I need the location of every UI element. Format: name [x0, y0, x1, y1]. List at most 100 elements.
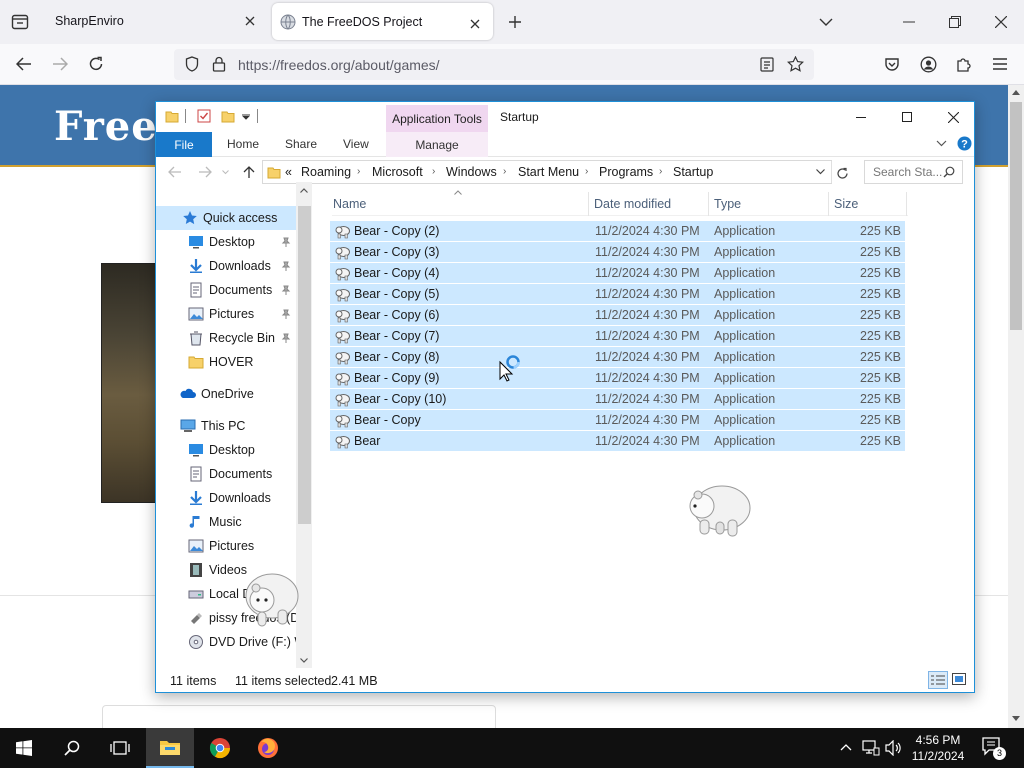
bookmark-star-icon[interactable]	[787, 56, 804, 72]
network-icon[interactable]	[862, 740, 880, 756]
recent-locations-chevron-icon[interactable]	[222, 170, 229, 175]
shield-icon[interactable]	[185, 56, 199, 72]
column-header-name[interactable]: Name	[333, 197, 366, 211]
forward-arrow-icon[interactable]	[198, 166, 212, 178]
tab-share[interactable]: Share	[285, 137, 317, 151]
taskbar-firefox[interactable]	[244, 728, 292, 768]
tab-sharpenviro[interactable]: SharpEnviro	[44, 0, 268, 42]
page-scrollbar[interactable]	[1008, 85, 1024, 728]
nav-this-pc[interactable]: This PC	[156, 414, 296, 438]
minimize-icon[interactable]	[899, 12, 919, 32]
extensions-puzzle-icon[interactable]	[954, 54, 974, 74]
pin-icon[interactable]	[281, 261, 291, 271]
start-button[interactable]	[0, 728, 48, 768]
file-row[interactable]: Bear - Copy 11/2/2024 4:30 PM Application 2…	[330, 410, 905, 431]
chevron-down-icon[interactable]	[816, 12, 836, 32]
nav-pc-music[interactable]: Music	[156, 510, 296, 534]
nav-quick-access[interactable]: Quick access	[156, 206, 296, 230]
breadcrumb-programs[interactable]: Programs	[599, 165, 653, 179]
close-button[interactable]	[930, 102, 976, 132]
nav-qa-desktop[interactable]: Desktop	[156, 230, 296, 254]
nav-qa-recycle-bin[interactable]: Recycle Bin	[156, 326, 296, 350]
reload-icon[interactable]	[86, 54, 106, 74]
nav-pc-pictures[interactable]: Pictures	[156, 534, 296, 558]
breadcrumb-separator-icon[interactable]: ›	[585, 166, 588, 177]
column-resizer[interactable]	[708, 192, 709, 216]
scrollbar-thumb[interactable]	[298, 206, 311, 524]
nav-pc-downloads[interactable]: Downloads	[156, 486, 296, 510]
breadcrumb-separator-icon[interactable]: ›	[357, 166, 360, 177]
taskbar-chrome[interactable]	[196, 728, 244, 768]
properties-check-icon[interactable]	[197, 109, 211, 123]
file-row[interactable]: Bear - Copy (6) 11/2/2024 4:30 PM Applicat…	[330, 305, 905, 326]
tab-home[interactable]: Home	[227, 137, 259, 151]
breadcrumb-separator-icon[interactable]: ›	[659, 166, 662, 177]
pocket-icon[interactable]	[882, 54, 902, 74]
bear-mascot-image[interactable]	[238, 570, 302, 630]
pin-icon[interactable]	[281, 333, 291, 343]
nav-pc-desktop[interactable]: Desktop	[156, 438, 296, 462]
tab-close-icon[interactable]	[242, 13, 258, 29]
pin-icon[interactable]	[281, 285, 291, 295]
scrollbar-thumb[interactable]	[1010, 102, 1022, 330]
breadcrumb-separator-icon[interactable]: ›	[432, 166, 435, 177]
nav-pc-dvd-drive[interactable]: DVD Drive (F:) W	[156, 630, 306, 654]
breadcrumb-windows[interactable]: Windows	[446, 165, 497, 179]
nav-pc-documents[interactable]: Documents	[156, 462, 296, 486]
explorer-title-bar[interactable]: Application Tools Startup	[156, 102, 974, 132]
column-resizer[interactable]	[588, 192, 589, 216]
expand-ribbon-chevron-icon[interactable]	[936, 140, 947, 147]
up-arrow-icon[interactable]	[243, 165, 255, 179]
scroll-up-icon[interactable]	[1012, 89, 1020, 95]
details-view-icon[interactable]	[928, 671, 948, 689]
qat-dropdown-icon[interactable]	[242, 114, 250, 120]
breadcrumb-startup[interactable]: Startup	[673, 165, 713, 179]
new-folder-icon[interactable]	[221, 109, 235, 123]
address-history-chevron-icon[interactable]	[816, 169, 825, 175]
url-bar[interactable]: https://freedos.org/about/games/	[174, 49, 814, 80]
column-resizer[interactable]	[906, 192, 907, 216]
lock-icon[interactable]	[212, 56, 226, 72]
nav-qa-downloads[interactable]: Downloads	[156, 254, 296, 278]
nav-qa-documents[interactable]: Documents	[156, 278, 296, 302]
nav-qa-pictures[interactable]: Pictures	[156, 302, 296, 326]
show-hidden-icons-chevron-icon[interactable]	[840, 743, 852, 751]
system-clock[interactable]: 4:56 PM 11/2/2024	[900, 732, 976, 764]
scroll-up-icon[interactable]	[300, 188, 308, 193]
help-icon[interactable]: ?	[957, 136, 972, 151]
breadcrumb-overflow[interactable]: «	[285, 165, 292, 179]
refresh-icon[interactable]	[836, 167, 849, 180]
tab-list-icon[interactable]	[10, 12, 30, 32]
column-header-size[interactable]: Size	[834, 197, 858, 211]
pin-icon[interactable]	[281, 237, 291, 247]
close-window-icon[interactable]	[991, 12, 1011, 32]
column-resizer[interactable]	[828, 192, 829, 216]
breadcrumb-microsoft[interactable]: Microsoft	[372, 165, 423, 179]
account-icon[interactable]	[918, 54, 938, 74]
file-row[interactable]: Bear - Copy (4) 11/2/2024 4:30 PM Applicat…	[330, 263, 905, 284]
nav-qa-hover[interactable]: HOVER	[156, 350, 296, 374]
address-bar[interactable]: « Roaming › Microsoft › Windows › Start …	[262, 160, 832, 184]
file-row[interactable]: Bear - Copy (10) 11/2/2024 4:30 PM Applica…	[330, 389, 905, 410]
scroll-down-icon[interactable]	[300, 658, 308, 663]
nav-onedrive[interactable]: OneDrive	[156, 382, 296, 406]
maximize-button[interactable]	[884, 102, 930, 132]
breadcrumb-roaming[interactable]: Roaming	[301, 165, 351, 179]
search-button[interactable]	[48, 728, 96, 768]
reader-view-icon[interactable]	[760, 57, 774, 72]
url-text[interactable]: https://freedos.org/about/games/	[238, 57, 440, 73]
tab-freedos[interactable]: The FreeDOS Project	[272, 3, 493, 40]
file-row[interactable]: Bear - Copy (9) 11/2/2024 4:30 PM Applicat…	[330, 368, 905, 389]
forward-arrow-icon[interactable]	[50, 54, 70, 74]
breadcrumb-separator-icon[interactable]: ›	[503, 166, 506, 177]
file-row[interactable]: Bear 11/2/2024 4:30 PM Application 225 KB	[330, 431, 905, 452]
minimize-button[interactable]	[838, 102, 884, 132]
new-tab-plus-icon[interactable]	[505, 12, 525, 32]
back-arrow-icon[interactable]	[14, 54, 34, 74]
back-arrow-icon[interactable]	[168, 166, 182, 178]
breadcrumb-start-menu[interactable]: Start Menu	[518, 165, 579, 179]
search-input[interactable]: Search Sta...	[864, 160, 963, 184]
bear-mascot-image[interactable]	[686, 478, 754, 540]
taskbar-file-explorer[interactable]	[146, 728, 194, 768]
tab-close-icon[interactable]	[467, 16, 483, 32]
